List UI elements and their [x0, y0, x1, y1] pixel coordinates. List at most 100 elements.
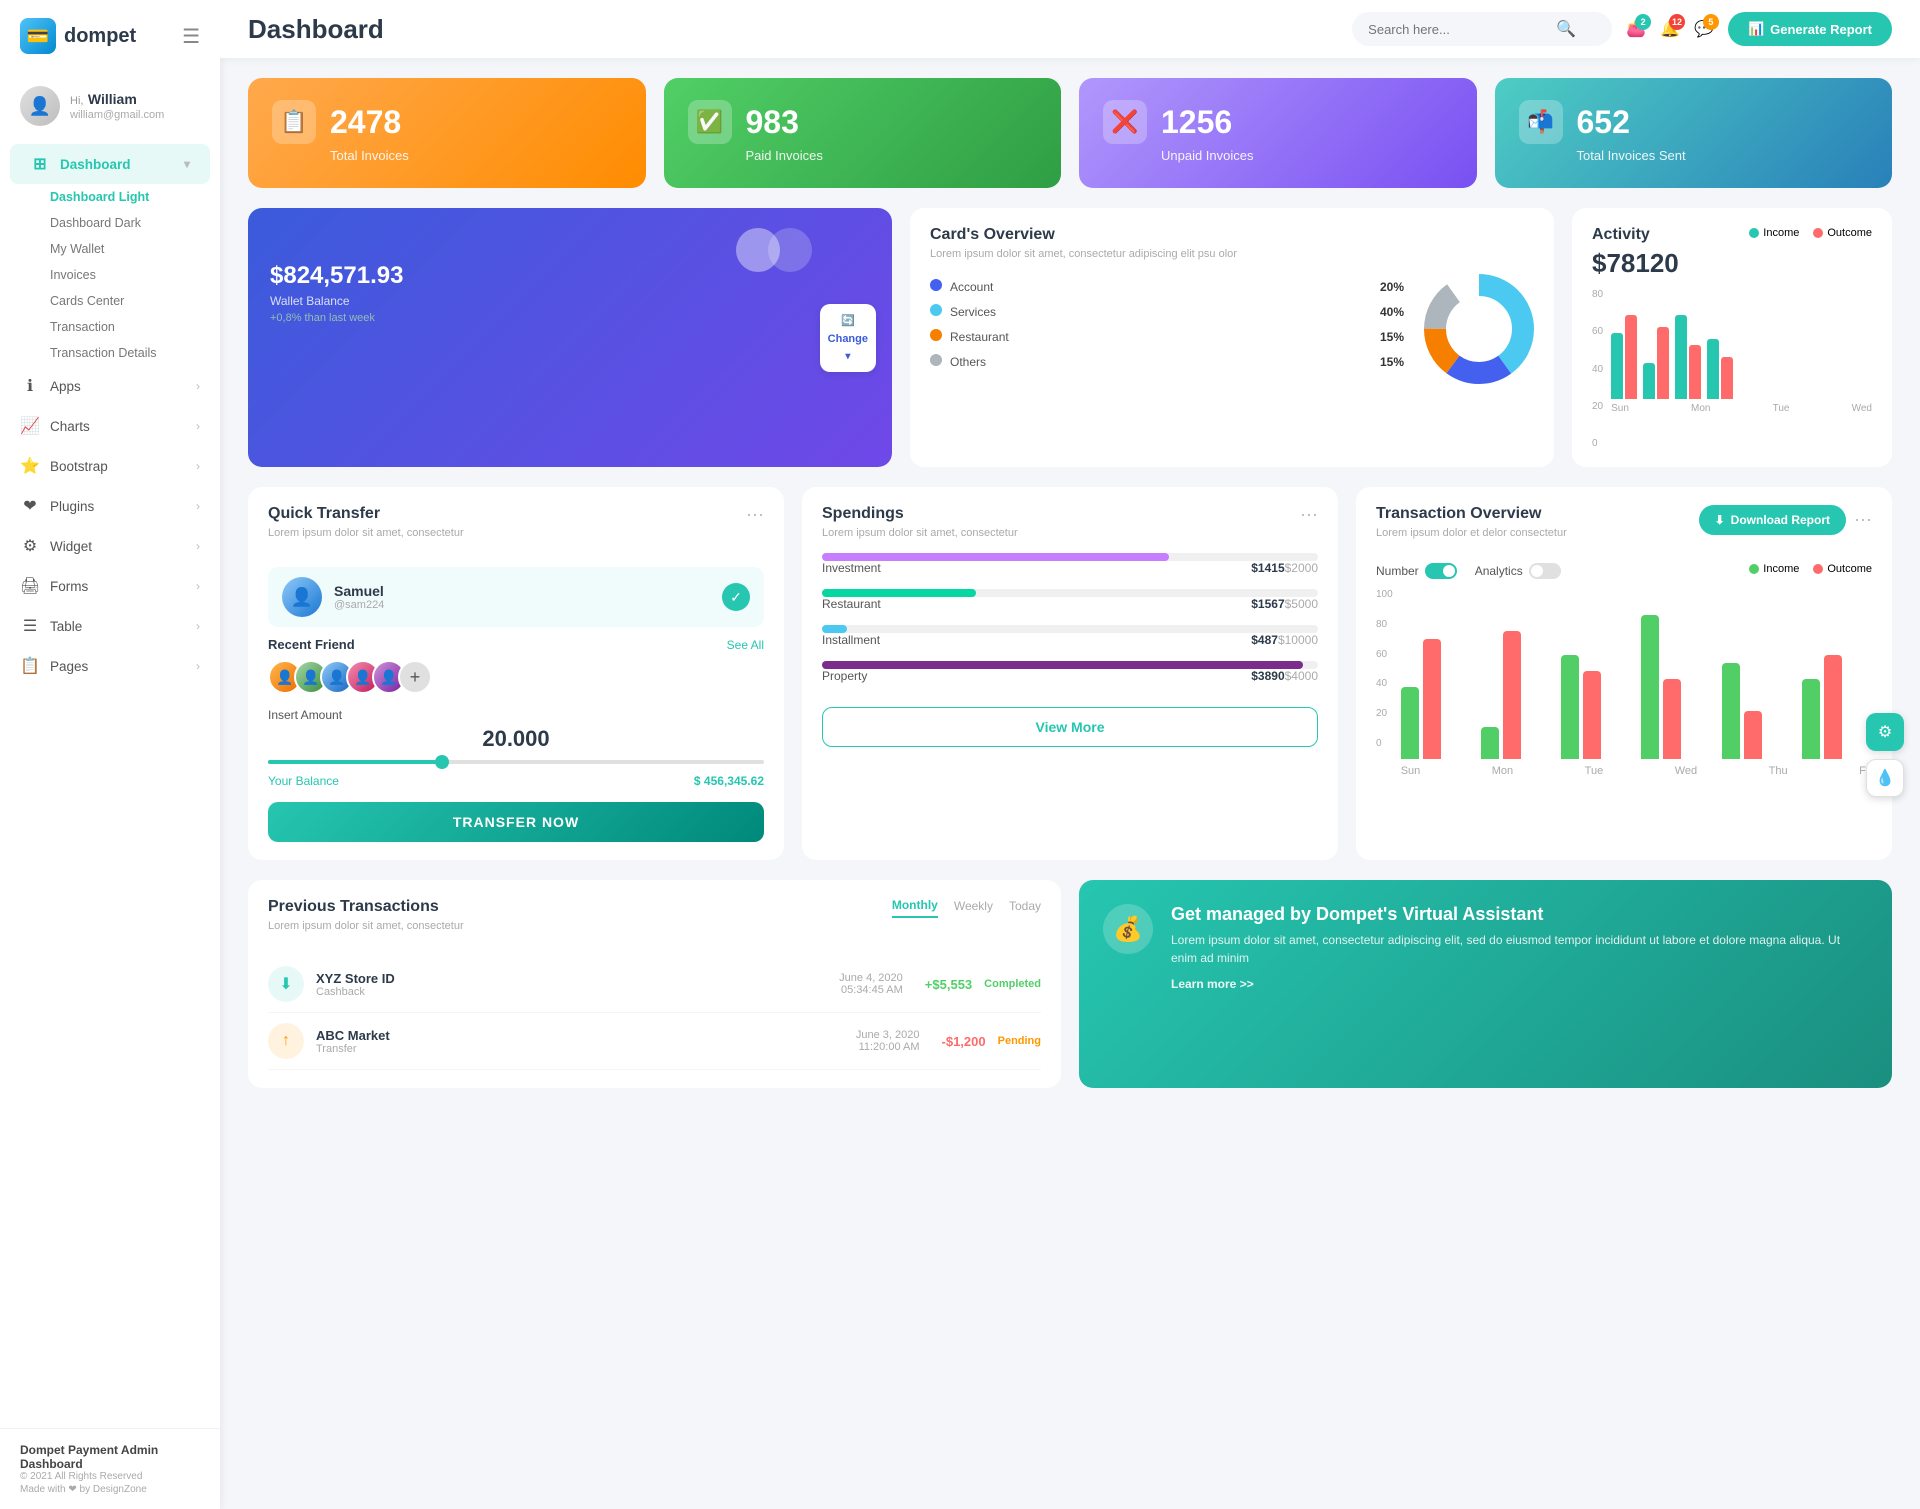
chevron-down-icon: ▾	[184, 157, 190, 171]
others-dot	[930, 354, 942, 366]
sidebar-item-widget[interactable]: ⚙ Widget ›	[0, 526, 220, 566]
overview-income-bar	[1481, 727, 1499, 759]
quick-transfer-menu-icon[interactable]: ⋯	[746, 505, 764, 526]
sidebar-logo: 💳 dompet ☰	[0, 0, 220, 72]
sidebar-item-apps[interactable]: ℹ Apps ›	[0, 366, 220, 406]
quick-transfer-header: Quick Transfer Lorem ipsum dolor sit ame…	[268, 505, 764, 553]
overview-actions: ⬇ Download Report ⋯	[1699, 505, 1872, 535]
sidebar-footer: Dompet Payment Admin Dashboard © 2021 Al…	[0, 1428, 220, 1509]
number-toggle-switch[interactable]	[1425, 563, 1457, 579]
property-bar	[822, 661, 1303, 669]
bell-icon-badge[interactable]: 🔔 12	[1660, 19, 1680, 39]
overview-chart-container: 100 80 60 40 20 0 SunMonTueWedThuFri	[1376, 589, 1872, 777]
sub-item-transaction-details[interactable]: Transaction Details	[40, 340, 220, 366]
overview-bars-wrapper: SunMonTueWedThuFri	[1401, 589, 1872, 777]
amount-label: Insert Amount	[268, 708, 764, 722]
stat-total-invoices: 📋 2478 Total Invoices	[248, 78, 646, 188]
sub-item-dashboard-dark[interactable]: Dashboard Dark	[40, 210, 220, 236]
tab-today[interactable]: Today	[1009, 899, 1041, 917]
outcome-dot	[1813, 228, 1823, 238]
main-content: Dashboard 🔍 👛 2 🔔 12 💬 5 📊 Generate Repo…	[220, 0, 1920, 1509]
va-content: Get managed by Dompet's Virtual Assistan…	[1171, 904, 1868, 991]
va-learn-more-link[interactable]: Learn more >>	[1171, 977, 1868, 991]
sub-item-transaction[interactable]: Transaction	[40, 314, 220, 340]
activity-bars-container: SunMonTueWed	[1611, 289, 1872, 449]
overview-menu-icon[interactable]: ⋯	[1854, 510, 1872, 531]
transfer-now-button[interactable]: TRANSFER NOW	[268, 802, 764, 842]
hamburger-icon[interactable]: ☰	[182, 24, 200, 49]
sent-invoices-number: 652	[1577, 104, 1630, 141]
income-bar	[1643, 363, 1655, 399]
chat-icon-badge[interactable]: 💬 5	[1694, 19, 1714, 39]
overview-income-bar	[1641, 615, 1659, 759]
sidebar-pages-label: Pages	[50, 659, 88, 674]
chevron-right-icon: ›	[196, 379, 200, 393]
amount-slider[interactable]	[268, 760, 764, 764]
sidebar-item-bootstrap[interactable]: ⭐ Bootstrap ›	[0, 446, 220, 486]
add-friend[interactable]: +	[398, 660, 432, 694]
restaurant-dot	[930, 329, 942, 341]
download-report-button[interactable]: ⬇ Download Report	[1699, 505, 1846, 535]
overview-income-bar	[1561, 655, 1579, 759]
quick-transfer-subtitle: Lorem ipsum dolor sit amet, consectetur	[268, 527, 464, 539]
color-fab-button[interactable]: 💧	[1866, 759, 1904, 797]
dashboard-content: 📋 2478 Total Invoices ✅ 983 Paid Invoice…	[220, 58, 1920, 1509]
overview-outcome-bar	[1423, 639, 1441, 759]
overview-header: Transaction Overview Lorem ipsum dolor e…	[1376, 505, 1872, 553]
balance-label: Your Balance	[268, 774, 339, 788]
settings-fab-button[interactable]: ⚙	[1866, 713, 1904, 751]
legend-restaurant: Restaurant 15%	[930, 329, 1404, 344]
tab-monthly[interactable]: Monthly	[892, 898, 938, 918]
sub-item-my-wallet[interactable]: My Wallet	[40, 236, 220, 262]
sub-item-dashboard-light[interactable]: Dashboard Light	[40, 184, 220, 210]
tab-weekly[interactable]: Weekly	[954, 899, 993, 917]
overview-income-bar	[1401, 687, 1419, 759]
fab-buttons: ⚙ 💧	[1866, 713, 1904, 797]
outcome-bar	[1657, 327, 1669, 399]
spendings-menu-icon[interactable]: ⋯	[1300, 505, 1318, 526]
donut-title: Card's Overview	[930, 226, 1534, 244]
sidebar: 💳 dompet ☰ 👤 Hi, William william@gmail.c…	[0, 0, 220, 1509]
see-all-link[interactable]: See All	[727, 638, 764, 652]
sidebar-item-plugins[interactable]: ❤ Plugins ›	[0, 486, 220, 526]
unpaid-invoices-number: 1256	[1161, 104, 1232, 141]
spendings-title: Spendings	[822, 505, 1018, 523]
sidebar-item-table[interactable]: ☰ Table ›	[0, 606, 220, 646]
spending-property: Property $3890$4000	[822, 661, 1318, 683]
unpaid-invoices-label: Unpaid Invoices	[1161, 148, 1453, 163]
trans-icon-2: ↑	[268, 1023, 304, 1059]
donut-card: Card's Overview Lorem ipsum dolor sit am…	[910, 208, 1554, 467]
overview-outcome-bar	[1503, 631, 1521, 759]
sidebar-widget-label: Widget	[50, 539, 92, 554]
sidebar-item-pages[interactable]: 📋 Pages ›	[0, 646, 220, 686]
search-icon: 🔍	[1556, 19, 1576, 39]
y-axis: 80 60 40 20 0	[1592, 289, 1603, 449]
sidebar-item-dashboard[interactable]: ⊞ Dashboard ▾	[10, 144, 210, 184]
overview-bar-group	[1802, 655, 1872, 759]
transfer-name: Samuel	[334, 583, 384, 599]
analytics-toggle-switch[interactable]	[1529, 563, 1561, 579]
sub-item-cards-center[interactable]: Cards Center	[40, 288, 220, 314]
sidebar-item-forms[interactable]: 🖨 Forms ›	[0, 566, 220, 606]
download-label: Download Report	[1731, 513, 1830, 527]
footer-made: Made with ❤ by DesignZone	[20, 1484, 200, 1495]
sidebar-nav: ⊞ Dashboard ▾ Dashboard Light Dashboard …	[0, 136, 220, 1428]
total-invoices-icon: 📋	[272, 100, 316, 144]
sub-item-invoices[interactable]: Invoices	[40, 262, 220, 288]
va-title: Get managed by Dompet's Virtual Assistan…	[1171, 904, 1868, 925]
activity-bar-labels: SunMonTueWed	[1611, 403, 1872, 414]
installment-label: Installment	[822, 633, 880, 647]
chevron-right-icon-4: ›	[196, 499, 200, 513]
generate-report-button[interactable]: 📊 Generate Report	[1728, 12, 1892, 46]
card-balance-label: Wallet Balance	[270, 294, 870, 308]
spending-installment: Installment $487$10000	[822, 625, 1318, 647]
transaction-row-2: ↑ ABC Market Transfer June 3, 2020 11:20…	[268, 1013, 1041, 1070]
prev-title: Previous Transactions	[268, 898, 464, 916]
overview-outcome-bar	[1824, 655, 1842, 759]
sidebar-item-charts[interactable]: 📈 Charts ›	[0, 406, 220, 446]
search-input[interactable]	[1368, 22, 1548, 37]
logo-text: dompet	[64, 25, 136, 48]
wallet-badge: 2	[1635, 14, 1651, 30]
wallet-icon-badge[interactable]: 👛 2	[1626, 19, 1646, 39]
view-more-button[interactable]: View More	[822, 707, 1318, 747]
